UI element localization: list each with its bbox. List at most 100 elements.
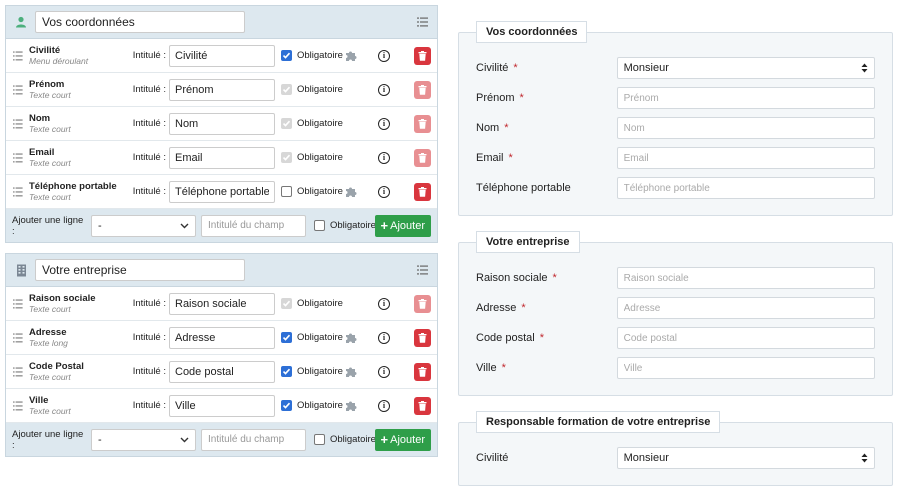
- drag-handle-icon[interactable]: [13, 84, 23, 96]
- field-label-input[interactable]: [169, 180, 275, 203]
- drag-handle-icon[interactable]: [13, 332, 23, 344]
- drag-handle-icon[interactable]: [13, 366, 23, 378]
- add-field-button[interactable]: + Ajouter: [374, 214, 431, 237]
- section-title-input[interactable]: [35, 11, 245, 33]
- label-text: Nom: [476, 122, 500, 134]
- new-field-required-checkbox[interactable]: [314, 434, 325, 445]
- preview-input[interactable]: [616, 267, 875, 289]
- field-type: Menu déroulant: [29, 55, 89, 66]
- chevron-down-icon: [180, 220, 189, 232]
- preview-fieldset: Responsable formation de votre entrepris…: [458, 411, 893, 486]
- select-value: Monsieur: [623, 452, 669, 464]
- preview-input[interactable]: [616, 297, 875, 319]
- drag-handle-icon[interactable]: [13, 400, 23, 412]
- preview-input[interactable]: [616, 87, 875, 109]
- drag-handle-icon[interactable]: [13, 186, 23, 198]
- preview-select[interactable]: Monsieur: [616, 57, 875, 79]
- delete-button[interactable]: [414, 362, 431, 381]
- required-checkbox: [281, 152, 292, 163]
- drag-handle-icon[interactable]: [13, 50, 23, 62]
- field-label-input[interactable]: [169, 146, 275, 169]
- delete-button[interactable]: [414, 46, 431, 65]
- new-field-required-checkbox[interactable]: [314, 220, 325, 231]
- field-name: Téléphone portable Texte court: [29, 181, 129, 203]
- field-type-select[interactable]: -: [91, 214, 196, 237]
- label-text: Téléphone portable: [476, 182, 571, 194]
- field-name: Adresse Texte long: [29, 327, 129, 349]
- preview-label: Email *: [476, 152, 617, 164]
- puzzle-icon[interactable]: [345, 399, 358, 412]
- drag-handle-icon[interactable]: [13, 152, 23, 164]
- preview-input[interactable]: [616, 147, 875, 169]
- drag-handle-icon[interactable]: [13, 118, 23, 130]
- plus-icon: +: [380, 432, 389, 447]
- preview-select[interactable]: Monsieur: [616, 447, 875, 469]
- preview-row: Prénom *: [476, 83, 875, 113]
- preview-row: Nom *: [476, 113, 875, 143]
- add-field-button[interactable]: + Ajouter: [374, 428, 431, 451]
- info-icon[interactable]: i: [378, 365, 390, 378]
- field-name: Nom Texte court: [29, 113, 129, 135]
- puzzle-icon[interactable]: [345, 365, 358, 378]
- intitule-label: Intitulé :: [132, 332, 166, 343]
- field-label-input[interactable]: [169, 112, 275, 135]
- puzzle-icon[interactable]: [345, 49, 358, 62]
- drag-handle-icon[interactable]: [13, 298, 23, 310]
- required-checkbox[interactable]: [281, 332, 292, 343]
- plus-icon: +: [380, 218, 389, 233]
- field-title: Ville: [29, 394, 49, 406]
- section-title-input[interactable]: [35, 259, 245, 281]
- field-label-input[interactable]: [169, 360, 275, 383]
- preview-row: Code postal *: [476, 323, 875, 353]
- add-line-label: Ajouter une ligne :: [12, 214, 84, 237]
- field-label-input[interactable]: [169, 44, 275, 67]
- preview-input[interactable]: [616, 177, 875, 199]
- required-label: Obligatoire: [297, 400, 343, 411]
- info-icon[interactable]: i: [378, 399, 390, 412]
- preview-input[interactable]: [616, 327, 875, 349]
- preview-input[interactable]: [616, 117, 875, 139]
- new-field-label-input[interactable]: [201, 214, 306, 237]
- field-type-select[interactable]: -: [91, 428, 196, 451]
- info-icon[interactable]: i: [378, 331, 390, 344]
- preview-label: Ville *: [476, 362, 617, 374]
- intitule-label: Intitulé :: [132, 118, 166, 129]
- menu-icon[interactable]: [415, 15, 429, 29]
- fieldset-legend: Responsable formation de votre entrepris…: [476, 411, 721, 433]
- field-row: Téléphone portableTexte courtIntitulé :O…: [6, 175, 437, 209]
- info-icon[interactable]: i: [378, 185, 390, 198]
- required-asterisk: *: [521, 302, 526, 314]
- info-icon[interactable]: i: [378, 117, 390, 130]
- field-type: Texte court: [29, 405, 71, 416]
- info-icon[interactable]: i: [378, 83, 390, 96]
- field-row: Raison socialeTexte courtIntitulé :Oblig…: [6, 287, 437, 321]
- required-checkbox[interactable]: [281, 50, 292, 61]
- puzzle-icon[interactable]: [345, 185, 358, 198]
- add-line-row: Ajouter une ligne :-Obligatoire+Ajouter: [6, 423, 437, 456]
- field-label-input[interactable]: [169, 326, 275, 349]
- delete-button[interactable]: [414, 328, 431, 347]
- new-field-label-input[interactable]: [201, 428, 306, 451]
- menu-icon[interactable]: [415, 263, 429, 277]
- puzzle-icon[interactable]: [345, 331, 358, 344]
- info-icon[interactable]: i: [378, 151, 390, 164]
- required-checkbox: [281, 84, 292, 95]
- delete-button[interactable]: [414, 182, 431, 201]
- preview-row: Ville *: [476, 353, 875, 383]
- field-name: Ville Texte court: [29, 395, 129, 417]
- required-checkbox[interactable]: [281, 400, 292, 411]
- required-label: Obligatoire: [297, 152, 343, 163]
- required-checkbox[interactable]: [281, 186, 292, 197]
- field-label-input[interactable]: [169, 292, 275, 315]
- preview-row: Civilité * Monsieur: [476, 53, 875, 83]
- field-label-input[interactable]: [169, 394, 275, 417]
- delete-button[interactable]: [414, 396, 431, 415]
- required-label: Obligatoire: [297, 332, 343, 343]
- required-checkbox[interactable]: [281, 366, 292, 377]
- field-row: VilleTexte courtIntitulé :Obligatoirei: [6, 389, 437, 423]
- field-row: Code PostalTexte courtIntitulé :Obligato…: [6, 355, 437, 389]
- info-icon[interactable]: i: [378, 49, 390, 62]
- preview-input[interactable]: [616, 357, 875, 379]
- info-icon[interactable]: i: [378, 297, 390, 310]
- field-label-input[interactable]: [169, 78, 275, 101]
